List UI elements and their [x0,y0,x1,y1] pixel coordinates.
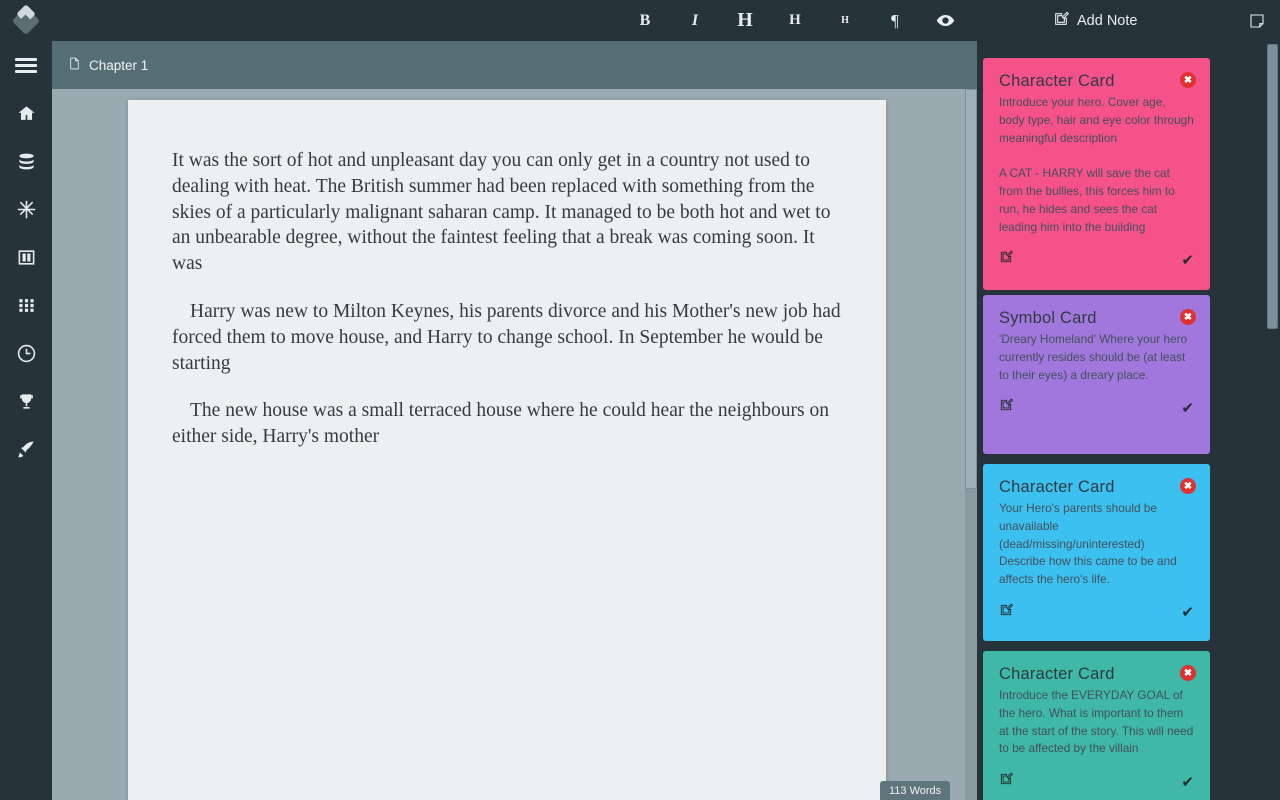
check-icon[interactable]: ✔ [1181,773,1194,791]
note-card[interactable]: ✖ Character Card Your Hero's parents sho… [983,464,1210,641]
heading1-button[interactable]: H [720,0,770,41]
card-footer: ✔ [999,398,1194,417]
card-title: Character Card [999,72,1115,90]
close-icon[interactable]: ✖ [1180,309,1196,325]
notes-scrollbar[interactable] [1267,44,1278,796]
formatting-toolbar: B I H H H ¶ [620,0,970,41]
document-page[interactable]: It was the sort of hot and unpleasant da… [128,100,886,800]
card-footer: ✔ [999,603,1194,622]
grid-icon[interactable] [0,281,52,329]
hamburger-menu-icon[interactable] [0,41,52,89]
diamond-logo-icon [11,8,41,35]
add-note-button[interactable]: Add Note [1053,0,1137,41]
edit-icon[interactable] [999,250,1014,269]
editor-scrollbar-thumb[interactable] [965,89,977,489]
edit-square-icon [1053,11,1070,31]
card-body: Introduce your hero. Cover age, body typ… [999,95,1194,234]
note-panel-icon[interactable] [1242,0,1272,41]
editor-area: It was the sort of hot and unpleasant da… [52,89,977,800]
tab-chapter-1[interactable]: Chapter 1 [52,41,164,89]
notes-scrollbar-thumb[interactable] [1267,44,1278,329]
close-icon[interactable]: ✖ [1180,72,1196,88]
note-card[interactable]: ✖ Character Card Introduce the EVERYDAY … [983,651,1210,800]
card-body: 'Dreary Homeland' Where your hero curren… [999,332,1188,382]
card-footer: ✔ [999,772,1194,791]
add-note-label: Add Note [1077,12,1138,29]
close-icon[interactable]: ✖ [1180,665,1196,681]
bold-button[interactable]: B [620,0,670,41]
card-title: Symbol Card [999,309,1097,327]
editor-scrollbar[interactable] [965,89,977,800]
document-icon [68,56,81,74]
rocket-icon[interactable] [0,425,52,473]
paragraph: The new house was a small terraced house… [172,400,829,448]
notes-panel: ✖ Character Card Introduce your hero. Co… [977,41,1280,800]
italic-button[interactable]: I [670,0,720,41]
edit-icon[interactable] [999,603,1014,622]
paragraph: It was the sort of hot and unpleasant da… [172,150,831,275]
card-title: Character Card [999,478,1115,496]
check-icon[interactable]: ✔ [1181,603,1194,621]
check-icon[interactable]: ✔ [1181,251,1194,269]
snowflake-icon[interactable] [0,185,52,233]
edit-icon[interactable] [999,398,1014,417]
app-root: B I H H H ¶ Add Note Chapter 1 It was th… [0,0,1280,800]
trophy-icon[interactable] [0,377,52,425]
card-body: Introduce the EVERYDAY GOAL of the hero.… [999,688,1194,756]
eye-icon[interactable] [920,0,970,41]
note-card[interactable]: ✖ Character Card Introduce your hero. Co… [983,58,1210,290]
card-title: Character Card [999,665,1115,683]
edit-icon[interactable] [999,772,1014,791]
left-rail [0,41,52,800]
paragraph-button[interactable]: ¶ [870,0,920,41]
note-card[interactable]: ✖ Symbol Card 'Dreary Homeland' Where yo… [983,295,1210,454]
check-icon[interactable]: ✔ [1181,399,1194,417]
home-icon[interactable] [0,89,52,137]
columns-icon[interactable] [0,233,52,281]
clock-icon[interactable] [0,329,52,377]
close-icon[interactable]: ✖ [1180,478,1196,494]
word-count-badge: 113 Words [880,781,951,800]
heading3-button[interactable]: H [820,0,870,41]
paragraph: Harry was new to Milton Keynes, his pare… [172,300,841,374]
database-icon[interactable] [0,137,52,185]
heading2-button[interactable]: H [770,0,820,41]
app-logo[interactable] [0,0,52,41]
tab-label: Chapter 1 [89,57,149,73]
card-footer: ✔ [999,250,1194,269]
card-body: Your Hero's parents should be unavailabl… [999,501,1177,587]
